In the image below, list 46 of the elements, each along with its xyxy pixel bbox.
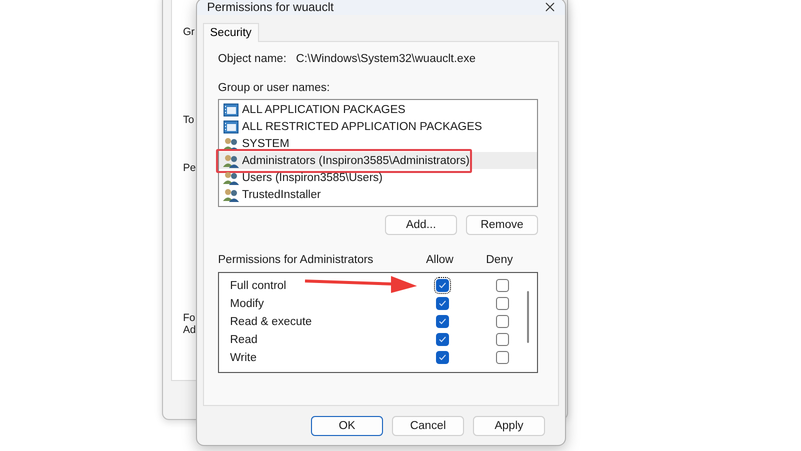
group-item[interactable]: SYSTEM <box>219 135 537 152</box>
users-icon <box>223 170 239 184</box>
apply-button[interactable]: Apply <box>473 416 545 436</box>
group-item[interactable]: Users (Inspiron3585\Users) <box>219 169 537 186</box>
permissions-label: Permissions for Administrators <box>218 254 374 266</box>
permission-name: Full control <box>230 279 286 292</box>
permission-name: Read <box>230 333 258 346</box>
allow-checkbox[interactable] <box>436 332 449 346</box>
users-icon <box>223 136 239 150</box>
cancel-button[interactable]: Cancel <box>392 416 464 436</box>
window-label: Fo <box>183 312 196 324</box>
deny-checkbox[interactable] <box>496 314 509 328</box>
users-icon <box>223 188 239 202</box>
package-icon <box>223 120 239 134</box>
allow-checkbox[interactable] <box>436 314 449 328</box>
group-item[interactable]: ALL APPLICATION PACKAGES <box>219 101 537 118</box>
window-label: Pe <box>183 162 196 174</box>
window-label: Ad <box>183 324 196 336</box>
allow-checkbox[interactable] <box>436 350 449 364</box>
allow-checkbox[interactable] <box>436 278 449 292</box>
remove-button[interactable]: Remove <box>466 215 538 235</box>
package-icon <box>223 102 239 116</box>
deny-header: Deny <box>485 254 514 266</box>
group-item[interactable]: TrustedInstaller <box>219 186 537 203</box>
scrollbar-thumb[interactable] <box>527 291 529 343</box>
group-item[interactable]: ALL RESTRICTED APPLICATION PACKAGES <box>219 118 537 135</box>
add-button[interactable]: Add... <box>385 215 457 235</box>
group-label: Group or user names: <box>218 82 331 94</box>
users-icon <box>223 154 239 168</box>
ok-button[interactable]: OK <box>311 416 383 436</box>
deny-checkbox[interactable] <box>496 278 509 292</box>
close-icon[interactable] <box>545 2 555 12</box>
allow-checkbox[interactable] <box>436 296 449 310</box>
permission-name: Write <box>230 351 257 364</box>
window-label: Gr <box>183 26 195 38</box>
object-name-label: Object name: <box>218 53 288 65</box>
object-name-value: C:\Windows\System32\wuauclt.exe <box>296 53 476 65</box>
deny-checkbox[interactable] <box>496 296 509 310</box>
permission-name: Read & execute <box>230 315 312 328</box>
permission-name: Modify <box>230 297 264 310</box>
deny-checkbox[interactable] <box>496 332 509 346</box>
window-title: Permissions for wuauclt <box>207 0 335 14</box>
deny-checkbox[interactable] <box>496 350 509 364</box>
allow-header: Allow <box>425 254 454 266</box>
window-label: To <box>183 114 194 126</box>
security-tab[interactable]: Security <box>203 23 259 42</box>
